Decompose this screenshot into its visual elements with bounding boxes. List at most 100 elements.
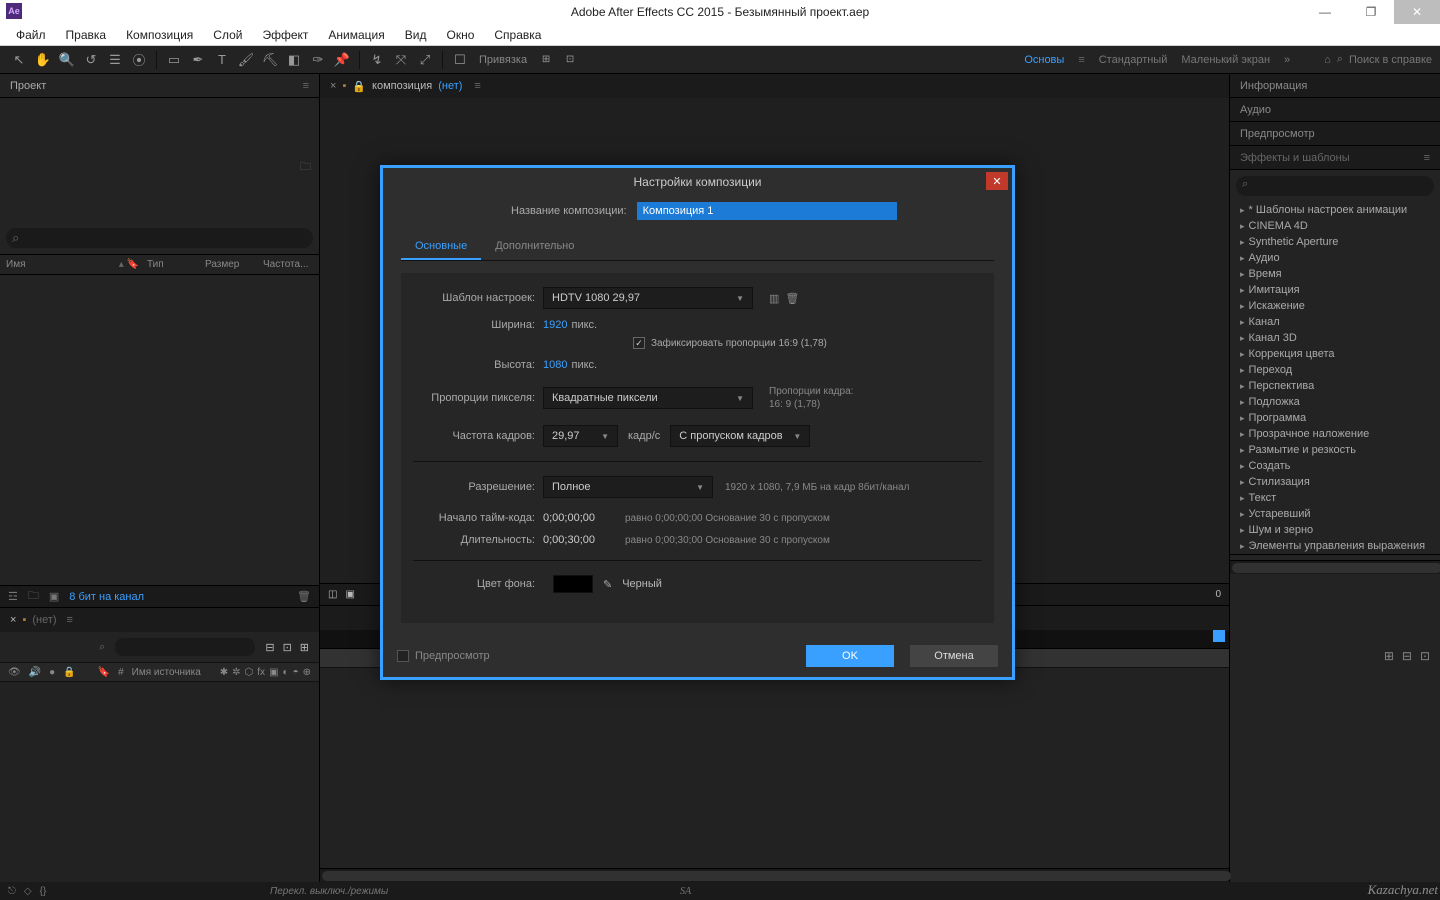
fps-select[interactable]: 29,97 [543, 425, 618, 447]
fx-category[interactable]: Программа [1230, 410, 1440, 426]
close-button[interactable]: ✕ [1394, 0, 1440, 24]
switch-icon[interactable]: ◓ [293, 667, 299, 678]
fx-category[interactable]: Synthetic Aperture [1230, 234, 1440, 250]
fps-mode-select[interactable]: С пропуском кадров [670, 425, 810, 447]
switch-icon[interactable]: ✲ [232, 667, 240, 678]
preview-panel-tab[interactable]: Предпросмотр [1240, 128, 1315, 140]
info-panel-tab[interactable]: Информация [1240, 80, 1307, 92]
fx-category[interactable]: Аудио [1230, 250, 1440, 266]
fx-category[interactable]: Размытие и резкость [1230, 442, 1440, 458]
project-search[interactable] [6, 228, 313, 248]
snap-opt2-icon[interactable]: ⊡ [559, 49, 581, 71]
fx-category[interactable]: CINEMA 4D [1230, 218, 1440, 234]
tab-basic[interactable]: Основные [401, 234, 481, 260]
audio-panel-tab[interactable]: Аудио [1240, 104, 1271, 116]
menu-Анимация[interactable]: Анимация [318, 26, 394, 44]
delete-preset-icon[interactable]: 🗑 [785, 292, 799, 305]
fx-category[interactable]: Время [1230, 266, 1440, 282]
fx-category[interactable]: Текст [1230, 490, 1440, 506]
fx-category[interactable]: Элементы управления выражения [1230, 538, 1440, 554]
fx-category[interactable]: Имитация [1230, 282, 1440, 298]
axis-view-icon[interactable]: ⤢ [414, 49, 436, 71]
res-select[interactable]: Полное [543, 476, 713, 498]
axis-local-icon[interactable]: ↯ [366, 49, 388, 71]
rotate-tool-icon[interactable]: ↺ [80, 49, 102, 71]
folder-icon[interactable]: 🗀 [28, 587, 39, 606]
brush-tool-icon[interactable]: 🖌 [235, 49, 257, 71]
type-tool-icon[interactable]: T [211, 49, 233, 71]
switch-icon[interactable]: ⊕ [303, 667, 311, 678]
bg-color-swatch[interactable] [553, 575, 593, 593]
comp-name-input[interactable] [637, 202, 897, 220]
fx-panel-tab[interactable]: Эффекты и шаблоны [1240, 152, 1350, 164]
graph-icon[interactable]: ⊞ [1384, 649, 1394, 663]
menu-Правка[interactable]: Правка [56, 26, 117, 44]
source-name-col[interactable]: Имя источника [132, 667, 201, 678]
workspace-more[interactable]: » [1284, 54, 1290, 66]
menu-Справка[interactable]: Справка [484, 26, 551, 44]
maximize-button[interactable]: ❐ [1348, 0, 1394, 24]
fx-category[interactable]: Искажение [1230, 298, 1440, 314]
switch-icon[interactable]: ⬡ [245, 667, 254, 678]
height-value[interactable]: 1080 [543, 359, 567, 371]
zoom-tool-icon[interactable]: 🔍 [56, 49, 78, 71]
comp-icon[interactable]: ▣ [49, 590, 59, 603]
pen-tool-icon[interactable]: ✒ [187, 49, 209, 71]
graph-icon[interactable]: ⊡ [1420, 649, 1430, 663]
col-type[interactable]: Тип [147, 259, 197, 270]
fx-category[interactable]: Шум и зерно [1230, 522, 1440, 538]
lock-aspect-checkbox[interactable]: ✓ [633, 337, 645, 349]
preset-select[interactable]: HDTV 1080 29,97 [543, 287, 753, 309]
par-select[interactable]: Квадратные пиксели [543, 387, 753, 409]
time-cursor[interactable] [1213, 630, 1225, 642]
fx-category[interactable]: Прозрачное наложение [1230, 426, 1440, 442]
footer-icon[interactable]: ◫ [328, 589, 337, 600]
menu-Окно[interactable]: Окно [436, 26, 484, 44]
fx-category[interactable]: Переход [1230, 362, 1440, 378]
tab-advanced[interactable]: Дополнительно [481, 234, 588, 260]
tc-value[interactable]: 0;00;00;00 [543, 512, 595, 524]
switch-icon[interactable]: ▣ [269, 667, 278, 678]
minimize-button[interactable]: — [1302, 0, 1348, 24]
menu-Композиция[interactable]: Композиция [116, 26, 203, 44]
menu-Файл[interactable]: Файл [6, 26, 56, 44]
footer-icon[interactable]: ▣ [345, 589, 354, 600]
timeline-search-input[interactable] [115, 638, 255, 656]
label-icon[interactable]: 🔖 [98, 667, 110, 678]
selection-tool-icon[interactable]: ↖ [8, 49, 30, 71]
ok-button[interactable]: OK [806, 645, 894, 667]
tl-opt3-icon[interactable]: ⊞ [300, 641, 309, 654]
panel-menu-icon[interactable]: ≡ [303, 80, 309, 92]
trash-icon[interactable]: 🗑 [297, 590, 311, 603]
project-search-input[interactable] [6, 228, 313, 248]
width-value[interactable]: 1920 [543, 319, 567, 331]
lock-icon[interactable]: 🔒 [63, 667, 75, 678]
col-size[interactable]: Размер [205, 259, 255, 270]
comp-close[interactable]: × [330, 80, 336, 92]
switch-icon[interactable]: ◐ [283, 667, 289, 678]
home-icon[interactable]: ⌂ [1324, 54, 1331, 66]
fx-search-input[interactable] [1236, 176, 1434, 196]
preview-checkbox[interactable] [397, 650, 409, 662]
panel-menu-icon[interactable]: ≡ [1424, 152, 1430, 164]
col-name[interactable]: Имя [6, 259, 111, 270]
fx-category[interactable]: Устаревший [1230, 506, 1440, 522]
switch-icon[interactable]: ✱ [220, 667, 228, 678]
eye-icon[interactable]: 👁 [8, 667, 21, 678]
timeline-scroll[interactable] [320, 868, 1229, 882]
fx-category[interactable]: Создать [1230, 458, 1440, 474]
snap-opt1-icon[interactable]: ⊞ [535, 49, 557, 71]
panel-menu-icon[interactable]: ≡ [474, 80, 480, 92]
puppet-tool-icon[interactable]: 📌 [331, 49, 353, 71]
tl-opt1-icon[interactable]: ⊟ [265, 641, 274, 654]
axis-world-icon[interactable]: ⤧ [390, 49, 412, 71]
roto-tool-icon[interactable]: ✑ [307, 49, 329, 71]
timeline-close[interactable]: × [10, 614, 16, 626]
fx-category[interactable]: * Шаблоны настроек анимации [1230, 202, 1440, 218]
col-freq[interactable]: Частота... [263, 259, 313, 270]
fx-category[interactable]: Подложка [1230, 394, 1440, 410]
bit-depth[interactable]: 8 бит на канал [69, 591, 144, 603]
solo-icon[interactable]: ● [49, 667, 55, 678]
fx-category[interactable]: Стилизация [1230, 474, 1440, 490]
dialog-close-button[interactable]: ✕ [986, 172, 1008, 190]
